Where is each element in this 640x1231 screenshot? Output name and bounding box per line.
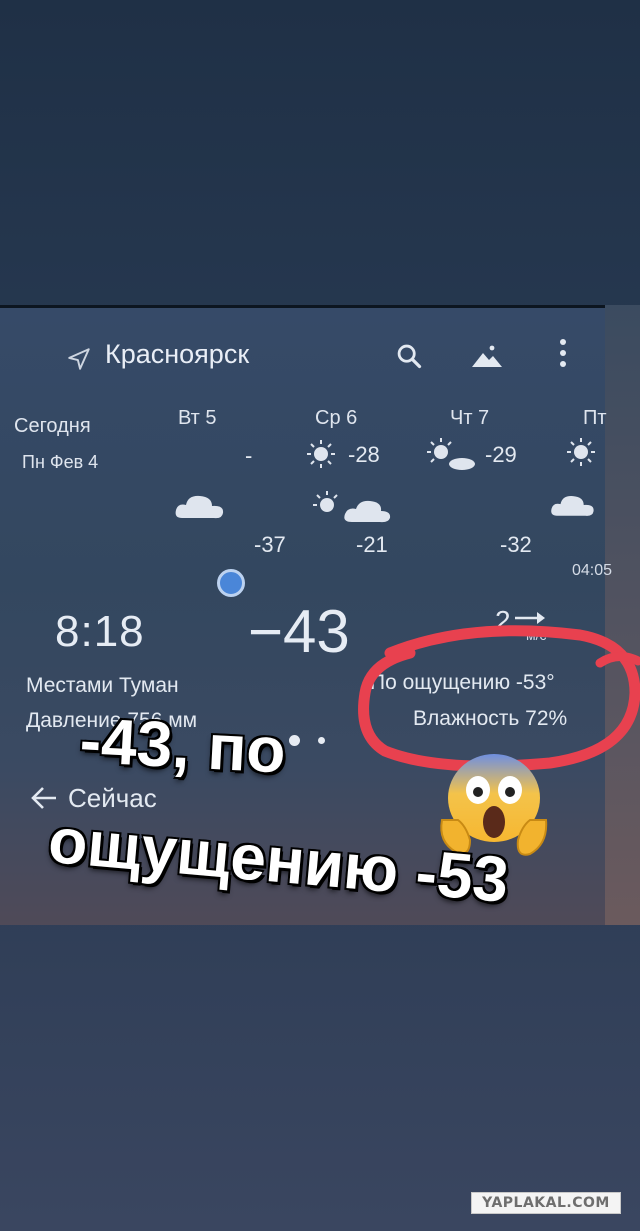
location-arrow-icon xyxy=(68,348,90,370)
day-temp-wed: -28 xyxy=(348,442,380,467)
current-temperature: −43 xyxy=(248,598,350,665)
background-edge xyxy=(605,305,640,925)
night-temp-thu: -32 xyxy=(500,532,532,557)
day-label-tue[interactable]: Вт 5 xyxy=(178,407,217,430)
night-temp-tue: -37 xyxy=(254,532,286,557)
sun-icon xyxy=(307,440,335,468)
today-label[interactable]: Сегодня xyxy=(14,415,91,438)
day-label-fri[interactable]: Пт xyxy=(583,407,607,430)
caption-line-1: -43, по xyxy=(78,703,288,787)
day-temp-tue: - xyxy=(245,443,253,468)
sun-icon xyxy=(567,438,595,466)
cloud-icon xyxy=(175,495,224,519)
search-icon[interactable] xyxy=(395,342,423,370)
weather-app-screenshot: Красноярск Сегодня Пн Фев 4 Вт 5 - Ср 6 … xyxy=(0,305,640,925)
day-label-thu[interactable]: Чт 7 xyxy=(450,407,489,430)
more-vert-icon[interactable] xyxy=(557,337,569,371)
location-dot xyxy=(217,569,245,597)
today-date: Пн Фев 4 xyxy=(22,452,99,472)
current-time: 8:18 xyxy=(55,607,145,656)
day-label-wed[interactable]: Ср 6 xyxy=(315,407,357,430)
sunset-time: 04:05 xyxy=(572,562,613,579)
day-temp-thu: -29 xyxy=(485,442,517,467)
city-name[interactable]: Красноярск xyxy=(105,339,249,370)
mountain-icon[interactable] xyxy=(470,341,504,371)
watermark-logo: YAPLAKAL.COM xyxy=(471,1192,621,1214)
sun-cloud-icon xyxy=(427,438,475,470)
condition-text: Местами Туман xyxy=(26,674,179,697)
sun-cloud-icon xyxy=(313,491,391,523)
night-temp-wed: -21 xyxy=(356,532,388,557)
cloud-icon xyxy=(551,495,594,516)
